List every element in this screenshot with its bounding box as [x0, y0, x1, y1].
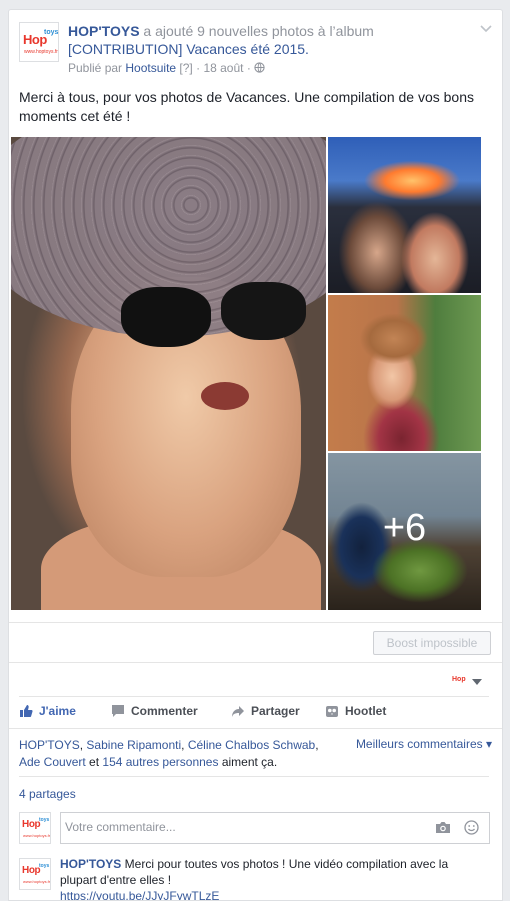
logo-word: Hop	[22, 819, 41, 830]
liker-link[interactable]: Céline Chalbos Schwab	[188, 738, 315, 752]
action-bar: J'aime Commenter Partager Hootlet	[19, 703, 489, 723]
divider	[19, 696, 489, 697]
other-likers-link[interactable]: 154 autres personnes	[102, 755, 218, 769]
publisher-link[interactable]: Hootsuite	[125, 61, 176, 75]
divider	[9, 662, 502, 663]
divider	[9, 728, 502, 729]
logo-word: Hop	[22, 865, 41, 876]
photo-concert[interactable]	[328, 137, 481, 293]
meta-dot: ·	[192, 61, 204, 75]
comment-link[interactable]: https://youtu.be/JJyJFywTLzE	[60, 889, 219, 900]
comment-author[interactable]: HOP'TOYS	[60, 857, 121, 871]
logo-word-2: toys	[44, 29, 59, 36]
hootlet-label: Hootlet	[345, 704, 387, 718]
post-options-chevron-icon[interactable]	[476, 22, 496, 36]
and-text: et	[85, 755, 103, 769]
separator: ,	[315, 738, 319, 752]
separator: ,	[181, 738, 188, 752]
comment-author-avatar[interactable]: Hop toys www.hoptoys.fr	[19, 858, 51, 890]
action-text: a ajouté 9 nouvelles photos à l’album	[139, 23, 374, 39]
help-marker[interactable]: [?]	[179, 61, 192, 75]
thumbs-up-icon	[20, 705, 33, 717]
share-label: Partager	[251, 704, 300, 718]
logo-word-2: toys	[39, 817, 50, 823]
divider	[9, 622, 502, 623]
more-photos-badge: +6	[382, 507, 427, 549]
liker-link[interactable]: HOP'TOYS	[19, 738, 80, 752]
emoji-icon[interactable]	[464, 820, 479, 835]
post-as-logo: Hop	[452, 676, 466, 683]
comment-item: HOP'TOYS Merci pour toutes vos photos ! …	[60, 856, 480, 900]
post-meta: Publié par Hootsuite [?] · 18 août ·	[68, 61, 265, 75]
post-headline: HOP'TOYS a ajouté 9 nouvelles photos à l…	[68, 22, 468, 58]
album-link[interactable]: [CONTRIBUTION] Vacances été 2015.	[68, 41, 309, 57]
logo-site: www.hoptoys.fr	[23, 833, 51, 838]
meta-dot-2: ·	[243, 61, 255, 75]
best-comments-dropdown[interactable]: Meilleurs commentaires ▾	[356, 737, 492, 751]
divider	[19, 776, 489, 777]
photo-more[interactable]: +6	[328, 453, 481, 610]
share-button[interactable]: Partager	[231, 703, 300, 719]
post-as-selector[interactable]: Hop	[452, 675, 486, 689]
post-card: Hop toys www.hoptoys.fr HOP'TOYS a ajout…	[8, 9, 503, 901]
post-date[interactable]: 18 août	[203, 61, 243, 75]
logo-site: www.hoptoys.fr	[23, 879, 51, 884]
like-label: J'aime	[39, 704, 76, 718]
liker-link[interactable]: Ade Couvert	[19, 755, 86, 769]
post-message: Merci à tous, pour vos photos de Vacance…	[19, 89, 474, 124]
speech-bubble-icon	[112, 705, 124, 717]
hootlet-button[interactable]: Hootlet	[325, 703, 386, 719]
photo-main-glasses-right	[221, 282, 306, 340]
likes-suffix: aiment ça.	[218, 755, 278, 769]
comment-label: Commenter	[131, 704, 198, 718]
photo-girl-hat[interactable]	[328, 295, 481, 451]
shares-link[interactable]: 4 partages	[19, 787, 76, 801]
globe-icon	[254, 62, 265, 73]
owl-icon	[326, 706, 338, 717]
photo-main-mouth	[201, 382, 249, 410]
boost-button[interactable]: Boost impossible	[373, 631, 491, 655]
page-name-link[interactable]: HOP'TOYS	[68, 23, 140, 39]
page-avatar[interactable]: Hop toys www.hoptoys.fr	[19, 22, 59, 62]
comment-input[interactable]	[65, 813, 425, 841]
comment-button[interactable]: Commenter	[111, 703, 198, 719]
liker-link[interactable]: Sabine Ripamonti	[86, 738, 181, 752]
comment-box	[60, 812, 490, 844]
photo-main[interactable]	[11, 137, 326, 610]
published-by-label: Publié par	[68, 61, 126, 75]
share-arrow-icon	[232, 706, 244, 717]
photo-main-glasses-left	[121, 287, 211, 347]
commenter-avatar[interactable]: Hop toys www.hoptoys.fr	[19, 812, 51, 844]
logo-word-2: toys	[39, 863, 50, 869]
like-button[interactable]: J'aime	[19, 703, 76, 719]
logo-site: www.hoptoys.fr	[24, 49, 58, 55]
camera-icon[interactable]	[435, 821, 451, 834]
caret-down-icon	[472, 679, 482, 685]
